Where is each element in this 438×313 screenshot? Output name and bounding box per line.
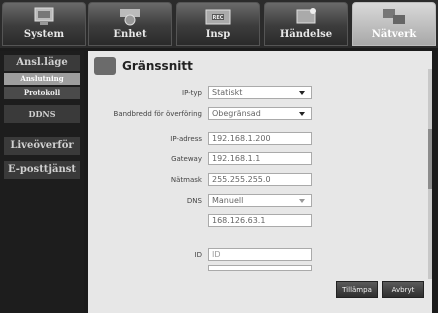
cancel-button[interactable]: Avbryt <box>382 281 424 298</box>
tab-natverk[interactable]: Nätverk <box>352 2 436 46</box>
tab-enhet[interactable]: Enhet <box>88 2 172 46</box>
tab-natverk-label: Nätverk <box>371 29 417 40</box>
label-netmask: Nätmask <box>170 176 202 184</box>
dns-server-field[interactable]: 168.126.63.1 <box>208 214 312 227</box>
monitor-icon <box>34 7 54 25</box>
tab-enhet-label: Enhet <box>113 29 147 40</box>
netmask-field[interactable]: 255.255.255.0 <box>208 173 312 186</box>
next-field-partial[interactable] <box>208 265 312 271</box>
sidebar: Ansl.läge Anslutning Protokoll DDNS Live… <box>0 51 84 313</box>
sidebar-item-ansl-lage[interactable]: Ansl.läge <box>4 55 80 71</box>
top-tab-bar: System Enhet REC Insp Händelse Nätverk <box>0 0 438 48</box>
label-id: ID <box>194 251 202 259</box>
tab-system[interactable]: System <box>2 2 86 46</box>
tab-insp[interactable]: REC Insp <box>176 2 260 46</box>
gateway-field[interactable]: 192.168.1.1 <box>208 152 312 165</box>
event-icon <box>296 8 316 24</box>
page-title: Gränssnitt <box>122 59 193 73</box>
scrollbar[interactable] <box>428 69 432 279</box>
bandwidth-select[interactable]: Obegränsad <box>208 107 312 120</box>
scrollbar-thumb[interactable] <box>428 129 432 189</box>
camera-icon <box>120 9 140 26</box>
tab-handelse[interactable]: Händelse <box>264 2 348 46</box>
tab-system-label: System <box>23 29 65 40</box>
svg-text:REC: REC <box>213 15 224 21</box>
app-window: System Enhet REC Insp Händelse Nätverk A… <box>0 0 438 313</box>
sidebar-item-e-posttjanst[interactable]: E-posttjänst <box>4 161 80 179</box>
sidebar-item-anslutning[interactable]: Anslutning <box>4 73 80 85</box>
id-field[interactable]: ID <box>208 248 312 261</box>
network-interface-icon <box>94 57 116 75</box>
label-dns: DNS <box>186 197 202 205</box>
sidebar-item-ddns[interactable]: DDNS <box>4 105 80 123</box>
label-ip-type: IP-typ <box>182 89 202 97</box>
ip-address-field[interactable]: 192.168.1.200 <box>208 132 312 145</box>
apply-button[interactable]: Tillämpa <box>336 281 378 298</box>
dns-select[interactable]: Manuell <box>208 194 312 207</box>
sidebar-item-liveoverfor[interactable]: Liveöverför <box>4 137 80 155</box>
recorder-icon: REC <box>205 9 231 25</box>
tab-handelse-label: Händelse <box>279 29 333 40</box>
panel-header: Gränssnitt <box>88 51 432 81</box>
network-icon <box>383 9 405 24</box>
label-bandwidth: Bandbredd för överföring <box>113 110 202 118</box>
ip-type-select[interactable]: Statiskt <box>208 86 312 99</box>
settings-panel: Gränssnitt IP-typ Statiskt Bandbredd för… <box>88 51 432 313</box>
tab-insp-label: Insp <box>205 29 231 40</box>
label-ip-address: IP-adress <box>170 135 202 143</box>
label-gateway: Gateway <box>171 155 202 163</box>
sidebar-item-protokoll[interactable]: Protokoll <box>4 87 80 99</box>
